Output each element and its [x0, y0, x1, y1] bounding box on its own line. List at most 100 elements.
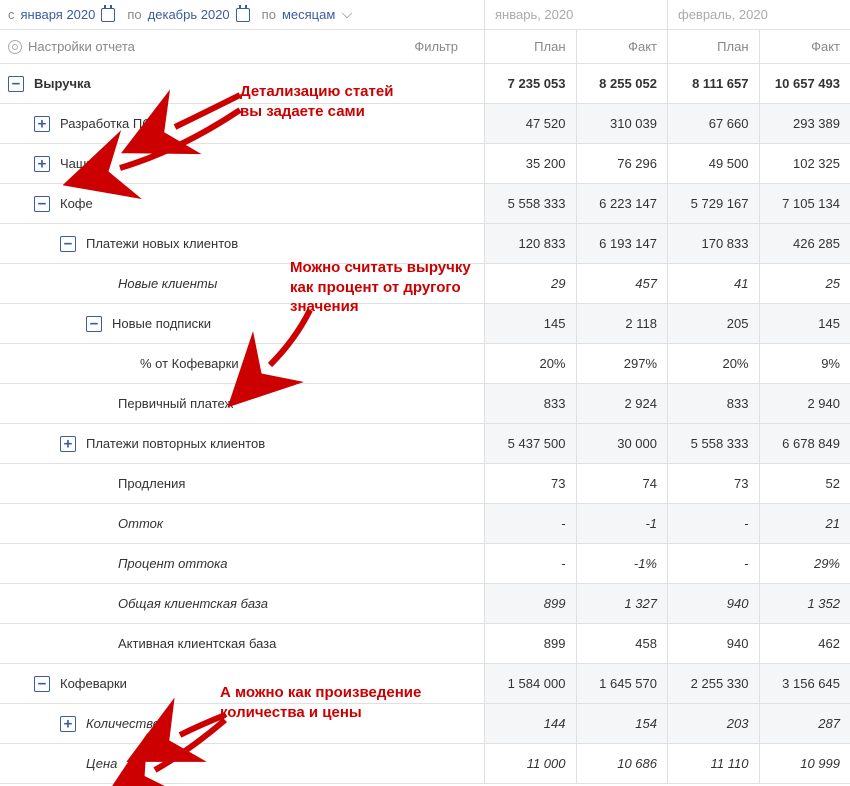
data-cell: 1 352	[759, 584, 850, 623]
row-label[interactable]: Общая клиентская база	[0, 584, 484, 623]
table-row: −Платежи новых клиентов120 8336 193 1471…	[0, 224, 850, 264]
data-cell: 30 000	[576, 424, 668, 463]
data-cell: 6 223 147	[576, 184, 668, 223]
data-cell: 5 729 167	[667, 184, 759, 223]
row-label-text: Новые клиенты	[118, 276, 217, 291]
table-row: % от Кофеварки20%297%20%9%	[0, 344, 850, 384]
data-cell: 11 000	[484, 744, 576, 783]
row-label[interactable]: + Количество	[0, 704, 484, 743]
expand-toggle[interactable]: +	[60, 436, 76, 452]
row-label[interactable]: −Платежи новых клиентов	[0, 224, 484, 263]
row-label[interactable]: Первичный платеж	[0, 384, 484, 423]
table-row: Продления73747352	[0, 464, 850, 504]
row-label-text: Чашки	[60, 156, 99, 171]
collapse-toggle[interactable]: −	[60, 236, 76, 252]
row-label[interactable]: Процент оттока	[0, 544, 484, 583]
row-label[interactable]: −Кофеварки	[0, 664, 484, 703]
data-cell: 20%	[484, 344, 576, 383]
row-label-text: Процент оттока	[118, 556, 227, 571]
data-cell: 1 327	[576, 584, 668, 623]
data-cell: 52	[759, 464, 850, 503]
chevron-down-icon	[342, 7, 352, 17]
data-cell: 145	[759, 304, 850, 343]
row-label[interactable]: + Разработка ПО	[0, 104, 484, 143]
row-label-text: Платежи новых клиентов	[86, 236, 238, 251]
row-label[interactable]: % от Кофеварки	[0, 344, 484, 383]
date-to[interactable]: по декабрь 2020	[127, 7, 249, 22]
row-label[interactable]: −Кофе	[0, 184, 484, 223]
data-cell: 10 657 493	[759, 64, 850, 103]
row-label[interactable]: + Чашки	[0, 144, 484, 183]
data-cell: 120 833	[484, 224, 576, 263]
data-cell: 1 584 000	[484, 664, 576, 703]
row-label[interactable]: Новые клиенты	[0, 264, 484, 303]
data-cell: 457	[576, 264, 668, 303]
expand-toggle[interactable]: +	[34, 116, 50, 132]
row-label[interactable]: + Платежи повторных клиентов	[0, 424, 484, 463]
row-label[interactable]: −Выручка	[0, 64, 484, 103]
data-cell: 21	[759, 504, 850, 543]
table-row: +Разработка ПО47 520310 03967 660293 389	[0, 104, 850, 144]
row-label[interactable]: Отток	[0, 504, 484, 543]
data-cell: 2 924	[576, 384, 668, 423]
row-label-text: Продления	[118, 476, 185, 491]
collapse-toggle[interactable]: −	[34, 676, 50, 692]
report-settings-link[interactable]: Настройки отчета	[28, 39, 135, 54]
row-label[interactable]: Продления	[0, 464, 484, 503]
data-cell: 7 105 134	[759, 184, 850, 223]
row-label-text: Количество	[86, 716, 160, 731]
table-row: Цена11 00010 68611 11010 999	[0, 744, 850, 784]
period-select[interactable]: по месяцам	[262, 7, 354, 22]
row-label[interactable]: −Новые подписки	[0, 304, 484, 343]
data-cell: -	[667, 504, 759, 543]
collapse-toggle[interactable]: −	[34, 196, 50, 212]
table-row: Процент оттока--1%-29%	[0, 544, 850, 584]
data-cell: 67 660	[667, 104, 759, 143]
data-cell: 8 255 052	[576, 64, 668, 103]
table-row: −Новые подписки1452 118205145	[0, 304, 850, 344]
data-cell: 47 520	[484, 104, 576, 143]
data-cell: 287	[759, 704, 850, 743]
row-label-text: Платежи повторных клиентов	[86, 436, 265, 451]
row-label-text: Кофеварки	[60, 676, 127, 691]
data-cell: 899	[484, 584, 576, 623]
data-cell: -	[484, 544, 576, 583]
row-label-text: Отток	[118, 516, 163, 531]
row-label[interactable]: Цена	[0, 744, 484, 783]
row-label-text: Новые подписки	[112, 316, 211, 331]
row-label[interactable]: Активная клиентская база	[0, 624, 484, 663]
table-row: −Кофе5 558 3336 223 1475 729 1677 105 13…	[0, 184, 850, 224]
data-cell: 899	[484, 624, 576, 663]
data-cell: 145	[484, 304, 576, 343]
data-cell: 7 235 053	[484, 64, 576, 103]
data-cell: 74	[576, 464, 668, 503]
table-row: −Выручка7 235 0538 255 0528 111 65710 65…	[0, 64, 850, 104]
data-cell: -1	[576, 504, 668, 543]
filter-link[interactable]: Фильтр	[414, 39, 476, 54]
column-headers: План Факт План Факт	[484, 30, 850, 64]
data-cell: 833	[667, 384, 759, 423]
collapse-toggle[interactable]: −	[8, 76, 24, 92]
row-label-text: Выручка	[34, 76, 91, 91]
date-from[interactable]: с января 2020	[8, 7, 115, 22]
row-label-text: Разработка ПО	[60, 116, 152, 131]
expand-toggle[interactable]: +	[60, 716, 76, 732]
data-cell: 29%	[759, 544, 850, 583]
expand-toggle[interactable]: +	[34, 156, 50, 172]
data-cell: 1 645 570	[576, 664, 668, 703]
collapse-toggle[interactable]: −	[86, 316, 102, 332]
table-row: −Кофеварки1 584 0001 645 5702 255 3303 1…	[0, 664, 850, 704]
data-cell: 310 039	[576, 104, 668, 143]
data-cell: 76 296	[576, 144, 668, 183]
data-cell: 940	[667, 584, 759, 623]
data-cell: 5 558 333	[484, 184, 576, 223]
table-row: Общая клиентская база8991 3279401 352	[0, 584, 850, 624]
table-row: Новые клиенты294574125	[0, 264, 850, 304]
col-fact: Факт	[576, 30, 668, 63]
data-cell: 833	[484, 384, 576, 423]
data-cell: 426 285	[759, 224, 850, 263]
gear-icon[interactable]	[8, 40, 22, 54]
row-label-text: % от Кофеварки	[140, 356, 239, 371]
data-cell: 11 110	[667, 744, 759, 783]
data-cell: 9%	[759, 344, 850, 383]
